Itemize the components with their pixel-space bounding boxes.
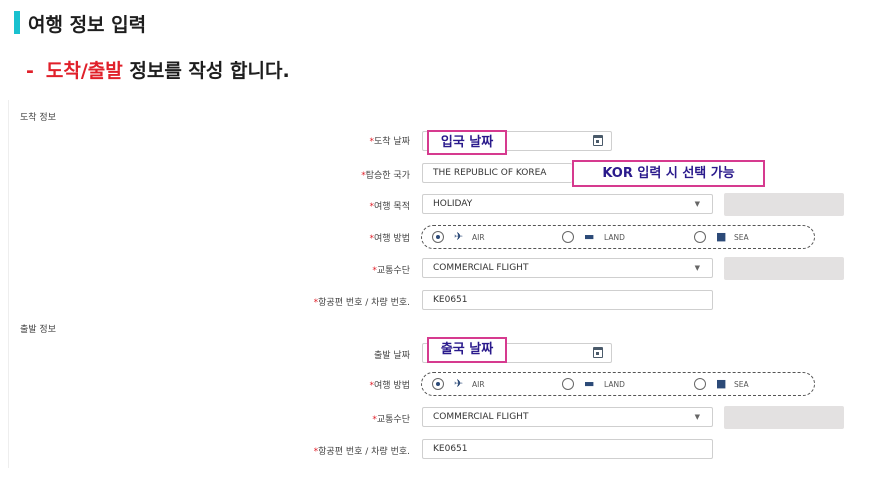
country-label: *탑승한 국가 [361, 171, 410, 181]
chevron-down-icon: ▼ [694, 264, 700, 272]
departure-transport-extra-field [724, 406, 844, 429]
purpose-value: HOLIDAY [433, 199, 473, 209]
page-subtitle: - 도착/출발 정보를 작성 합니다. [26, 56, 290, 83]
arrival-transport-label: *교통수단 [372, 266, 410, 276]
train-icon: ■ [716, 377, 727, 390]
airplane-icon: ✈ [454, 230, 464, 243]
transport-value: COMMERCIAL FLIGHT [433, 412, 529, 422]
transport-value: COMMERCIAL FLIGHT [433, 263, 529, 273]
arrival-date-callout: 입국 날짜 [427, 130, 507, 155]
radio-air-label: AIR [472, 380, 485, 389]
arrival-transport-extra-field [724, 257, 844, 280]
chevron-down-icon: ▼ [694, 200, 700, 208]
title-accent-bar [14, 11, 20, 34]
departure-method-label: *여행 방법 [369, 381, 410, 391]
radio-land[interactable] [562, 231, 574, 243]
departure-transport-select[interactable]: COMMERCIAL FLIGHT ▼ [422, 407, 713, 427]
country-input[interactable]: THE REPUBLIC OF KOREA [422, 163, 572, 183]
radio-sea[interactable] [694, 378, 706, 390]
arrival-method-radio-group: ✈ AIR ▬ LAND ■ SEA [421, 225, 815, 249]
airplane-icon: ✈ [454, 377, 464, 390]
radio-sea-label: SEA [734, 233, 749, 242]
radio-air[interactable] [432, 378, 444, 390]
radio-air-label: AIR [472, 233, 485, 242]
page-title: 여행 정보 입력 [28, 14, 147, 36]
calendar-icon[interactable] [593, 347, 603, 358]
subtitle-text: 정보를 작성 합니다. [122, 60, 290, 82]
departure-section-title: 출발 정보 [20, 325, 56, 335]
arrival-flight-input[interactable]: KE0651 [422, 290, 713, 310]
country-note-callout: KOR 입력 시 선택 가능 [572, 160, 765, 187]
radio-sea-label: SEA [734, 380, 749, 389]
departure-method-radio-group: ✈ AIR ▬ LAND ■ SEA [421, 372, 815, 396]
arrival-transport-select[interactable]: COMMERCIAL FLIGHT ▼ [422, 258, 713, 278]
departure-transport-label: *교통수단 [372, 415, 410, 425]
radio-sea[interactable] [694, 231, 706, 243]
departure-date-label: 출발 날짜 [374, 351, 410, 361]
arrival-flight-label: *항공편 번호 / 차량 번호. [313, 298, 410, 308]
radio-land-label: LAND [604, 380, 625, 389]
departure-date-callout: 출국 날짜 [427, 337, 507, 363]
purpose-extra-field [724, 193, 844, 216]
radio-air[interactable] [432, 231, 444, 243]
chevron-down-icon: ▼ [694, 413, 700, 421]
departure-flight-label: *항공편 번호 / 차량 번호. [313, 447, 410, 457]
subtitle-highlight: 도착/출발 [45, 60, 123, 82]
arrival-date-label: *도착 날짜 [369, 137, 410, 147]
departure-flight-input[interactable]: KE0651 [422, 439, 713, 459]
arrival-method-label: *여행 방법 [369, 234, 410, 244]
car-icon: ▬ [584, 230, 595, 243]
arrival-section-title: 도착 정보 [20, 113, 56, 123]
radio-land-label: LAND [604, 233, 625, 242]
purpose-label: *여행 목적 [369, 202, 410, 212]
subtitle-dash: - [26, 60, 34, 82]
calendar-icon[interactable] [593, 135, 603, 146]
train-icon: ■ [716, 230, 727, 243]
radio-land[interactable] [562, 378, 574, 390]
car-icon: ▬ [584, 377, 595, 390]
purpose-select[interactable]: HOLIDAY ▼ [422, 194, 713, 214]
